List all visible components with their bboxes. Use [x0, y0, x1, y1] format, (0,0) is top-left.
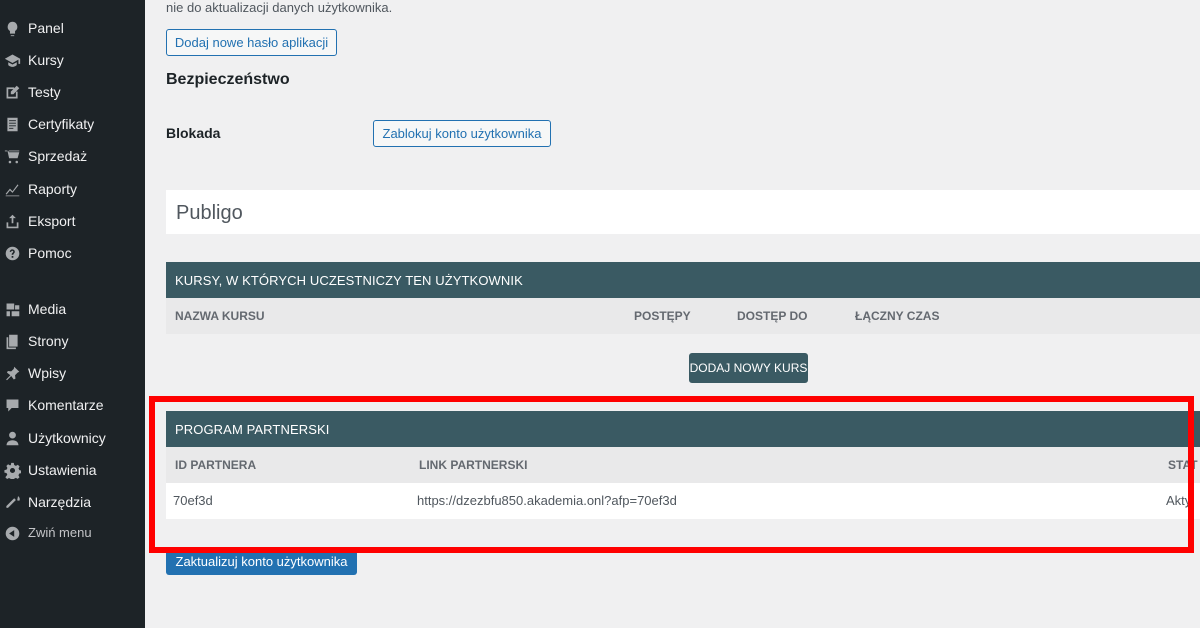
add-course-button[interactable]: DODAJ NOWY KURS — [689, 353, 808, 383]
cart-icon — [3, 147, 21, 165]
sidebar-item-label: Użytkownicy — [28, 430, 106, 446]
sidebar-item-ustawienia[interactable]: Ustawienia — [0, 455, 145, 485]
collapse-icon — [3, 524, 21, 542]
sidebar-item-label: Certyfikaty — [28, 116, 95, 132]
sidebar-item-label: Raporty — [28, 181, 78, 197]
sidebar-item-eksport[interactable]: Eksport — [0, 206, 145, 236]
highlight-frame — [149, 396, 1194, 553]
graduation-cap-icon — [3, 51, 21, 69]
sidebar-item-label: Ustawienia — [28, 462, 97, 478]
sidebar-item-wpisy[interactable]: Wpisy — [0, 358, 145, 388]
export-icon — [3, 212, 21, 230]
pages-icon — [3, 332, 21, 350]
publigo-section: Publigo — [166, 190, 1200, 234]
sidebar-item-label: Komentarze — [28, 397, 104, 413]
sidebar-item-label: Kursy — [28, 52, 64, 68]
sidebar-item-label: Zwiń menu — [28, 525, 92, 540]
add-app-password-button[interactable]: Dodaj nowe hasło aplikacji — [166, 29, 337, 56]
column-total-time: ŁĄCZNY CZAS — [855, 309, 940, 323]
block-account-button[interactable]: Zablokuj konto użytkownika — [373, 120, 551, 147]
publigo-title: Publigo — [176, 202, 243, 224]
chart-icon — [3, 180, 21, 198]
sidebar-item-label: Wpisy — [28, 365, 67, 381]
sidebar-item-testy[interactable]: Testy — [0, 77, 145, 107]
sidebar-item-media[interactable]: Media — [0, 294, 145, 324]
sidebar-item-label: Pomoc — [28, 245, 72, 261]
sidebar-item-label: Sprzedaż — [28, 148, 88, 164]
sidebar-item-panel[interactable]: Panel — [0, 13, 145, 43]
block-label: Blokada — [166, 125, 221, 141]
security-heading: Bezpieczeństwo — [166, 71, 290, 88]
sidebar-item-pomoc[interactable]: Pomoc — [0, 238, 145, 268]
sidebar-item-strony[interactable]: Strony — [0, 326, 145, 356]
users-icon — [3, 429, 21, 447]
app-passwords-description: nie do aktualizacji danych użytkownika. — [166, 0, 393, 15]
sidebar-item-label: Media — [28, 301, 67, 317]
sidebar-item-kursy[interactable]: Kursy — [0, 45, 145, 75]
column-course-name: NAZWA KURSU — [175, 309, 265, 323]
sidebar-item-label: Strony — [28, 333, 69, 349]
tools-icon — [3, 493, 21, 511]
sidebar-item-komentarze[interactable]: Komentarze — [0, 390, 145, 420]
courses-table-header: NAZWA KURSU POSTĘPY DOSTĘP DO ŁĄCZNY CZA… — [166, 298, 1200, 334]
sidebar-item-sprzedaz[interactable]: Sprzedaż — [0, 141, 145, 171]
sidebar-item-label: Testy — [28, 84, 61, 100]
media-icon — [3, 300, 21, 318]
sidebar-item-raporty[interactable]: Raporty — [0, 174, 145, 204]
comments-icon — [3, 396, 21, 414]
certificate-icon — [3, 115, 21, 133]
column-progress: POSTĘPY — [634, 309, 691, 323]
sidebar-item-label: Narzędzia — [28, 494, 92, 510]
sidebar-item-certyfikaty[interactable]: Certyfikaty — [0, 109, 145, 139]
edit-icon — [3, 83, 21, 101]
dashboard-icon — [3, 19, 21, 37]
column-access-until: DOSTĘP DO — [737, 309, 808, 323]
courses-panel-title: KURSY, W KTÓRYCH UCZESTNICZY TEN UŻYTKOW… — [166, 262, 1200, 298]
admin-sidebar: Panel Kursy Testy Certyfikaty Sprzedaż R… — [0, 0, 145, 628]
sidebar-item-label: Eksport — [28, 213, 76, 229]
pin-icon — [3, 364, 21, 382]
sidebar-collapse-menu[interactable]: Zwiń menu — [0, 518, 145, 548]
sidebar-item-narzedzia[interactable]: Narzędzia — [0, 487, 145, 517]
sidebar-item-label: Panel — [28, 20, 64, 36]
courses-panel: KURSY, W KTÓRYCH UCZESTNICZY TEN UŻYTKOW… — [166, 262, 1200, 334]
sidebar-item-uzytkownicy[interactable]: Użytkownicy — [0, 423, 145, 453]
help-icon — [3, 244, 21, 262]
settings-icon — [3, 461, 21, 479]
